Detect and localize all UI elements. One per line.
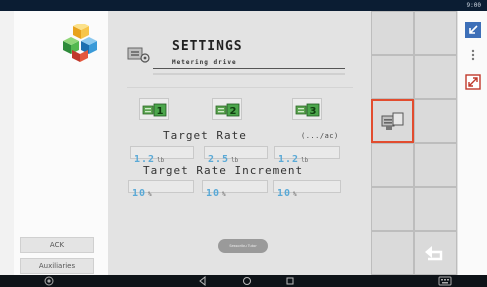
drive-1-icon: 1: [142, 103, 167, 117]
page-subtitle: Metering drive: [172, 59, 237, 66]
drive-3-icon: 3: [295, 103, 320, 117]
softkey-11[interactable]: [371, 231, 414, 275]
colored-cubes-logo-icon: [63, 24, 97, 62]
target-rate-unit: (.../ac): [301, 132, 339, 140]
status-time: 9:00: [466, 2, 481, 9]
metering-settings-icon: [381, 112, 404, 130]
softkey-1[interactable]: [371, 11, 414, 55]
auxiliaries-button[interactable]: Auxiliaries: [20, 258, 94, 274]
settings-panel: SETTINGS Metering drive 1 2 3 Target Rat…: [109, 11, 371, 275]
target-rate-increment-label: Target Rate Increment: [143, 164, 304, 177]
metering-settings-icon: [127, 47, 150, 63]
increment-field-1[interactable]: 10%: [128, 180, 194, 199]
page-title: SETTINGS: [172, 39, 243, 54]
android-nav-bar: [0, 275, 487, 287]
drive-3-number: 3: [310, 106, 317, 117]
target-rate-unit-2: lb: [231, 157, 239, 164]
target-rate-field-2[interactable]: 2.5 lb: [204, 146, 268, 165]
status-bar: 9:00: [0, 0, 487, 11]
drive-2-number: 2: [230, 106, 237, 117]
softkey-2[interactable]: [414, 11, 457, 55]
section-divider: [127, 87, 353, 88]
home-icon[interactable]: [242, 276, 252, 286]
increment-unit-1: %: [148, 191, 152, 198]
return-softkey[interactable]: [414, 231, 457, 275]
target-rate-field-3[interactable]: 1.2 lb: [274, 146, 340, 165]
increment-field-3[interactable]: 10%: [273, 180, 341, 199]
target-rate-field-1[interactable]: 1.2 lb: [130, 146, 194, 165]
increment-unit-2: %: [222, 191, 226, 198]
right-toolbar: [457, 11, 487, 275]
header-divider-shadow: [153, 73, 345, 75]
softkey-10[interactable]: [414, 187, 457, 231]
softkey-6[interactable]: [414, 99, 457, 143]
softkey-8[interactable]: [414, 143, 457, 187]
drive-2-button[interactable]: 2: [212, 98, 242, 120]
increment-value-3: 10: [277, 188, 292, 199]
target-rate-unit-1: lb: [157, 157, 165, 164]
drive-1-number: 1: [157, 106, 164, 117]
drive-3-button[interactable]: 3: [292, 98, 322, 120]
toast-pill: Sessoribu Tutor: [218, 239, 268, 253]
softkey-4[interactable]: [414, 55, 457, 99]
target-rate-label: Target Rate: [163, 129, 247, 142]
increment-unit-3: %: [293, 191, 297, 198]
header-divider: [153, 68, 345, 69]
softkey-3[interactable]: [371, 55, 414, 99]
ack-button[interactable]: ACK: [20, 237, 94, 253]
collapse-arrow-icon[interactable]: [465, 22, 481, 38]
increment-value-1: 10: [132, 188, 147, 199]
camera-icon[interactable]: [44, 276, 54, 286]
increment-field-2[interactable]: 10%: [202, 180, 268, 199]
swap-screen-icon[interactable]: [465, 74, 481, 90]
screen: 9:00 ACK Auxiliaries SETTINGS Metering d…: [0, 0, 487, 287]
softkey-9[interactable]: [371, 187, 414, 231]
recents-icon[interactable]: [285, 276, 295, 286]
softkey-7[interactable]: [371, 143, 414, 187]
target-rate-unit-3: lb: [301, 157, 309, 164]
return-arrow-icon: [425, 246, 443, 261]
left-panel: ACK Auxiliaries: [14, 11, 109, 275]
drive-2-icon: 2: [215, 103, 240, 117]
keyboard-icon[interactable]: [438, 276, 452, 286]
more-vertical-icon[interactable]: [465, 47, 481, 63]
metering-drive-softkey[interactable]: [371, 99, 414, 143]
back-icon[interactable]: [198, 276, 208, 286]
drive-1-button[interactable]: 1: [139, 98, 169, 120]
softkey-grid: [371, 11, 457, 275]
increment-value-2: 10: [206, 188, 221, 199]
